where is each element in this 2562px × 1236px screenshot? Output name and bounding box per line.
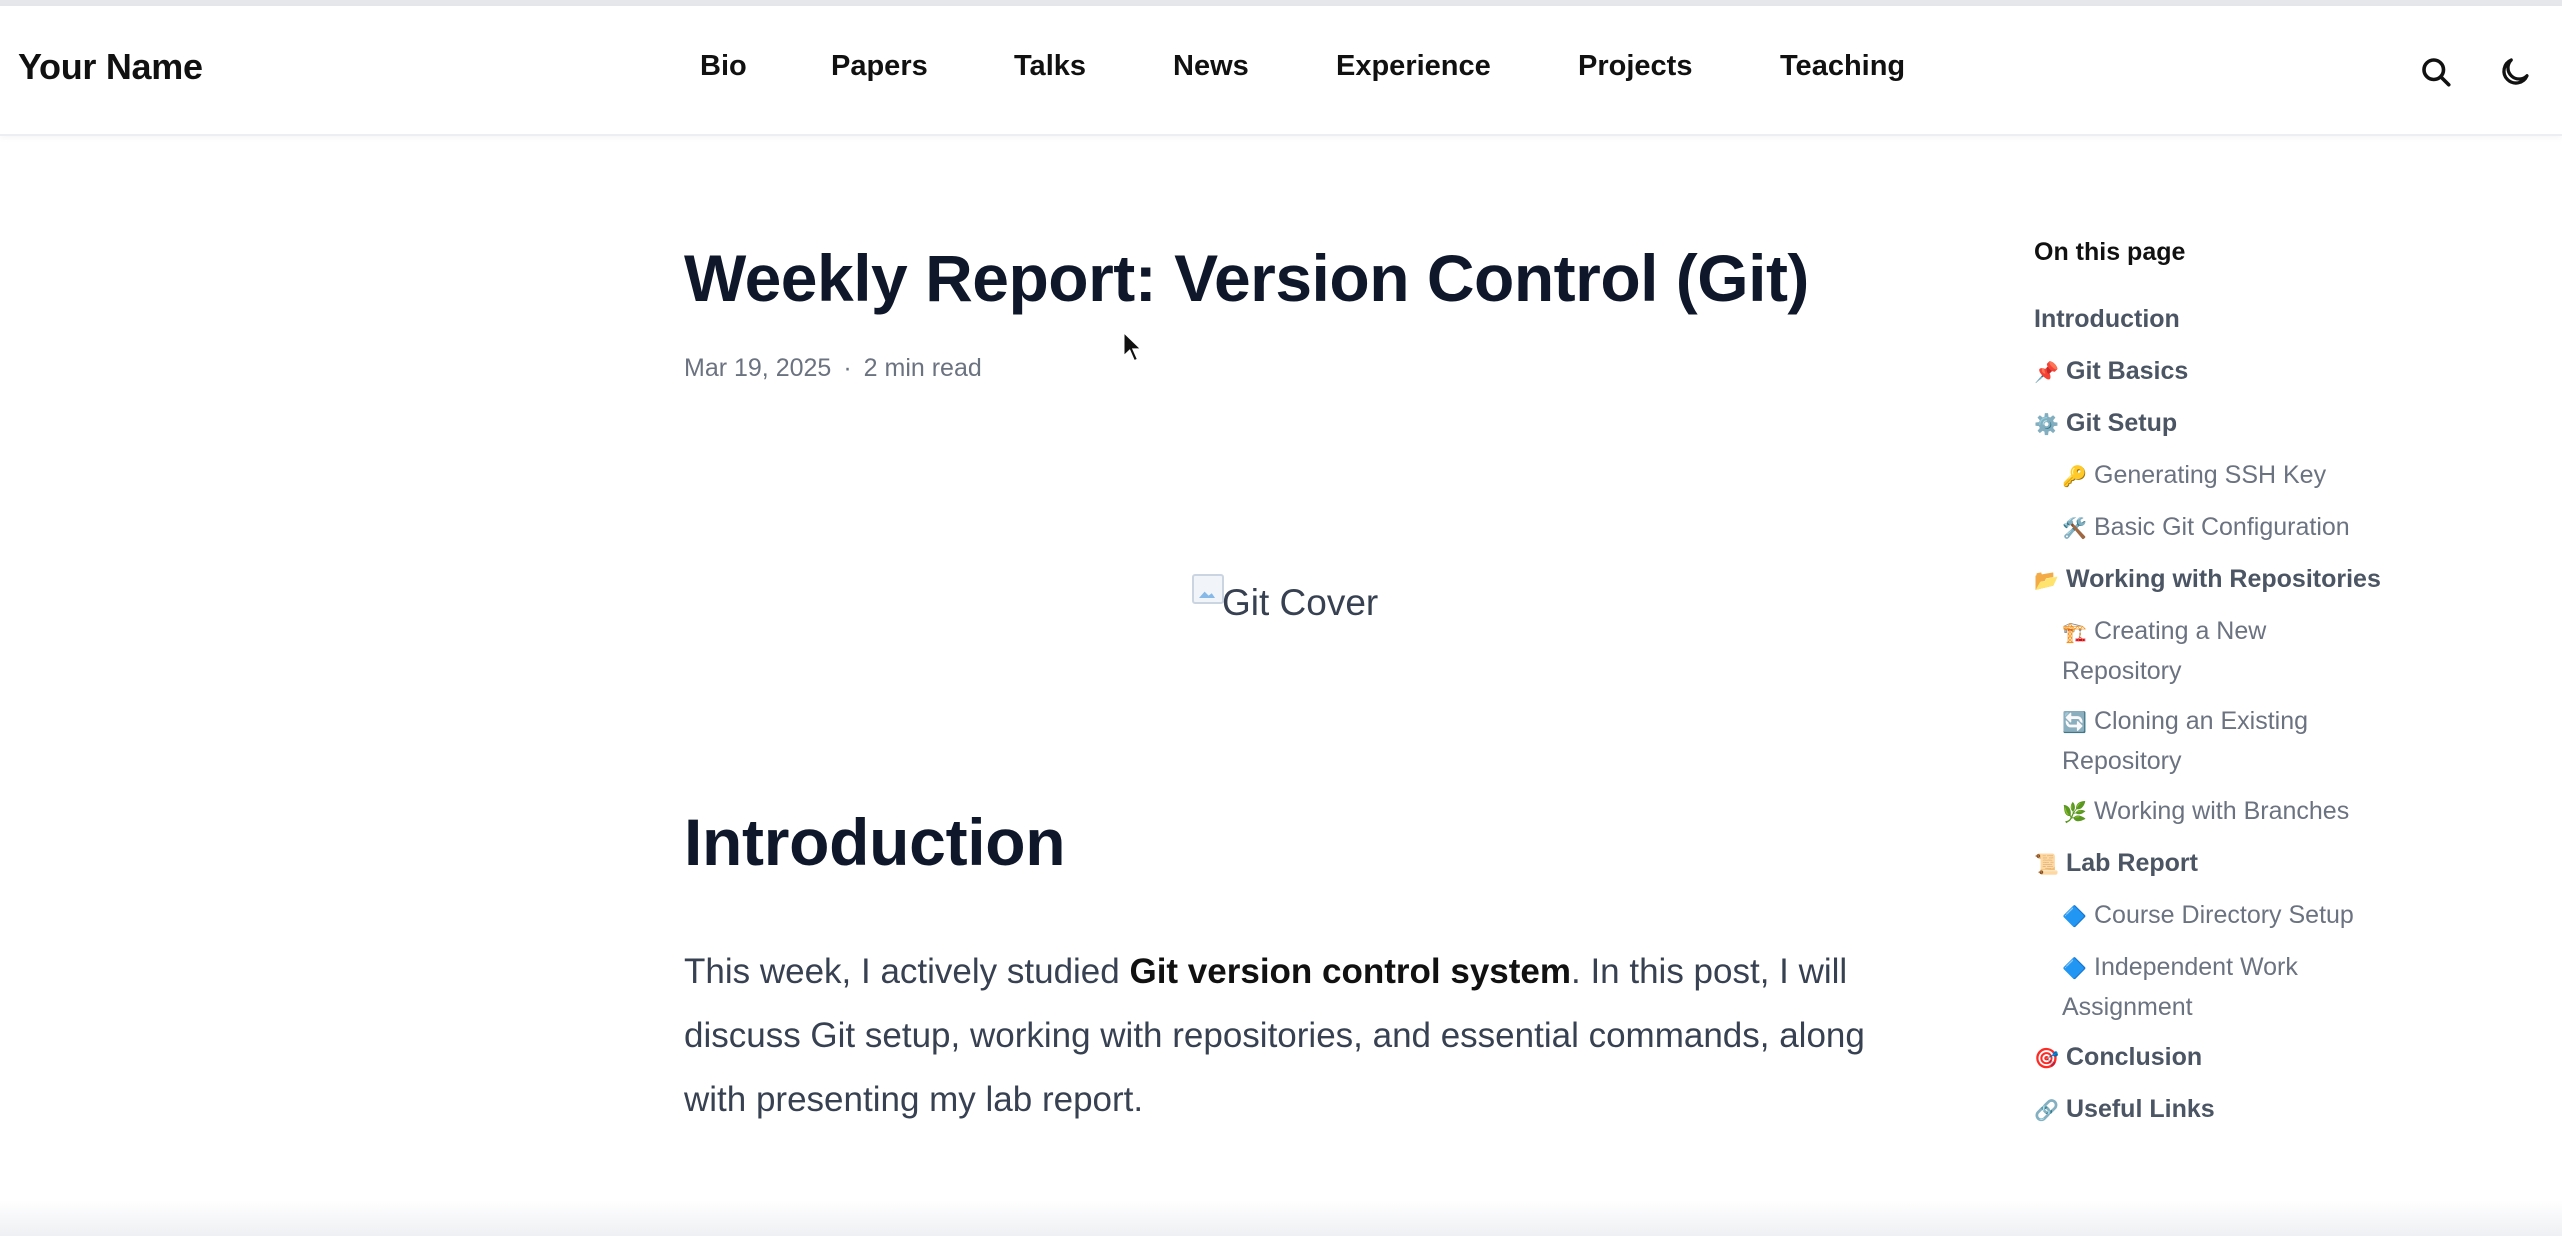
toc-item-conclusion[interactable]: 🎯 Conclusion xyxy=(2034,1038,2202,1078)
toc-heading: On this page xyxy=(2034,238,2186,266)
mouse-cursor-icon xyxy=(1122,330,1144,363)
key-icon: 🔑 xyxy=(2062,466,2087,488)
refresh-icon: 🔄 xyxy=(2062,712,2087,734)
article-title: Weekly Report: Version Control (Git) xyxy=(684,241,1809,315)
site-name-link[interactable]: Your Name xyxy=(18,46,203,88)
toc-label: Git Setup xyxy=(2066,409,2178,437)
toc-label: Conclusion xyxy=(2066,1043,2203,1071)
nav-talks[interactable]: Talks xyxy=(1014,50,1086,83)
gear-icon: ⚙️ xyxy=(2034,414,2059,436)
toc-label: Introduction xyxy=(2034,305,2180,333)
read-time: 2 min read xyxy=(863,354,982,382)
nav-bio[interactable]: Bio xyxy=(700,50,747,83)
toc-item-useful-links[interactable]: 🔗 Useful Links xyxy=(2034,1090,2215,1130)
bottom-shadow xyxy=(0,1200,2562,1236)
link-icon: 🔗 xyxy=(2034,1100,2059,1122)
toc-label: Working with Repositories xyxy=(2066,565,2381,593)
toc-item-introduction[interactable]: Introduction xyxy=(2034,300,2180,338)
meta-separator: · xyxy=(843,354,852,382)
toc-item-cloning-an-existing-repository[interactable]: 🔄 Cloning an Existing Repository xyxy=(2062,702,2352,780)
toc-item-course-directory-setup[interactable]: 🔷 Course Directory Setup xyxy=(2062,896,2354,936)
diamond-icon: 🔷 xyxy=(2062,958,2087,980)
construction-icon: 🏗️ xyxy=(2062,622,2087,644)
toc-item-creating-a-new-repository[interactable]: 🏗️ Creating a New Repository xyxy=(2062,612,2322,690)
folder-icon: 📂 xyxy=(2034,570,2059,592)
toc-label: Basic Git Configuration xyxy=(2094,513,2350,541)
toc-item-independent-work-assignment[interactable]: 🔷 Independent Work Assignment xyxy=(2062,948,2352,1026)
intro-bold-text: Git version control system xyxy=(1129,952,1571,991)
nav-projects[interactable]: Projects xyxy=(1578,50,1692,83)
toc-label: Cloning an Existing Repository xyxy=(2062,707,2309,775)
toc-label: Working with Branches xyxy=(2094,797,2350,825)
pushpin-icon: 📌 xyxy=(2034,362,2059,384)
broken-image-icon xyxy=(1192,574,1224,604)
toc-label: Useful Links xyxy=(2066,1095,2215,1123)
nav-teaching[interactable]: Teaching xyxy=(1780,50,1905,83)
toc-item-lab-report[interactable]: 📜 Lab Report xyxy=(2034,844,2198,884)
toc-label: Git Basics xyxy=(2066,357,2189,385)
nav-news[interactable]: News xyxy=(1173,50,1249,83)
toc-label: Course Directory Setup xyxy=(2094,901,2354,929)
toc-label: Independent Work Assignment xyxy=(2062,953,2298,1021)
herb-icon: 🌿 xyxy=(2062,802,2087,824)
toc-label: Generating SSH Key xyxy=(2094,461,2327,489)
cover-alt-text: Git Cover xyxy=(1222,582,1379,623)
site-header: Your Name Bio Papers Talks News Experien… xyxy=(0,6,2562,136)
toc-label: Lab Report xyxy=(2066,849,2198,877)
intro-text-start: This week, I actively studied xyxy=(684,952,1130,991)
toc-item-git-basics[interactable]: 📌 Git Basics xyxy=(2034,352,2188,392)
nav-experience[interactable]: Experience xyxy=(1336,50,1491,83)
scroll-icon: 📜 xyxy=(2034,854,2059,876)
target-icon: 🎯 xyxy=(2034,1048,2059,1070)
toc-item-git-setup[interactable]: ⚙️ Git Setup xyxy=(2034,404,2177,444)
moon-icon[interactable] xyxy=(2497,54,2533,90)
toc-item-generating-ssh-key[interactable]: 🔑 Generating SSH Key xyxy=(2062,456,2326,496)
toc-item-working-with-repositories[interactable]: 📂 Working with Repositories xyxy=(2034,560,2381,600)
search-icon[interactable] xyxy=(2418,54,2454,90)
toc-item-working-with-branches[interactable]: 🌿 Working with Branches xyxy=(2062,792,2349,832)
tools-icon: 🛠️ xyxy=(2062,518,2087,540)
diamond-icon: 🔷 xyxy=(2062,906,2087,928)
intro-paragraph: This week, I actively studied Git versio… xyxy=(684,940,1884,1132)
nav-papers[interactable]: Papers xyxy=(831,50,928,83)
article-date: Mar 19, 2025 xyxy=(684,354,832,382)
toc-item-basic-git-configuration[interactable]: 🛠️ Basic Git Configuration xyxy=(2062,508,2350,548)
article-meta: Mar 19, 2025 · 2 min read xyxy=(684,354,982,383)
section-heading-introduction: Introduction xyxy=(684,805,1066,879)
